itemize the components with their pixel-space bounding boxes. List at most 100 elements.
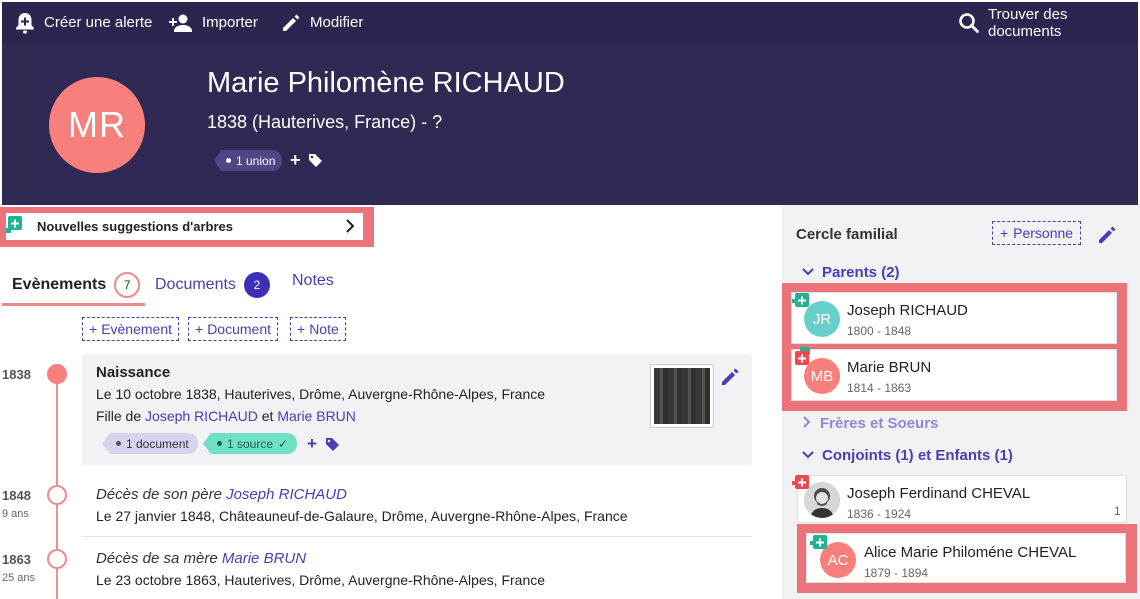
event-date-place: Le 23 octobre 1863, Hauterives, Drôme, A… bbox=[96, 572, 546, 588]
tag-icon[interactable] bbox=[308, 153, 323, 173]
event-date-place: Le 27 janvier 1848, Châteauneuf-de-Galau… bbox=[96, 508, 628, 524]
parents-section-header[interactable]: Parents (2) bbox=[802, 264, 900, 281]
spouses-section-header[interactable]: Conjoints (1) et Enfants (1) bbox=[802, 447, 1013, 464]
spouses-header-label: Conjoints (1) et Enfants (1) bbox=[822, 447, 1013, 464]
union-tag-label: 1 union bbox=[236, 153, 276, 168]
add-event-button[interactable]: + Evènement bbox=[82, 317, 180, 341]
tab-documents-label: Documents bbox=[155, 276, 236, 293]
event-date-place: Le 10 octobre 1838, Hauterives, Drôme, A… bbox=[96, 386, 546, 402]
source-tag[interactable]: 1 source ✓ bbox=[203, 433, 298, 454]
tree-plus-icon bbox=[792, 475, 809, 491]
page-title: Marie Philomène RICHAUD bbox=[207, 67, 565, 99]
event-card-birth[interactable]: Naissance Le 10 octobre 1838, Hauterives… bbox=[82, 354, 752, 465]
tree-plus-icon bbox=[792, 293, 809, 309]
edit-label: Modifier bbox=[310, 14, 364, 31]
event-title-prefix: Décès de son père bbox=[96, 486, 227, 503]
event-age: 25 ans bbox=[2, 572, 36, 584]
dot-icon bbox=[226, 158, 231, 163]
pencil-icon[interactable] bbox=[1096, 224, 1118, 251]
tree-plus-icon bbox=[6, 216, 22, 238]
parents-header-label: Parents (2) bbox=[822, 264, 900, 281]
event-parents-line: Fille de Joseph RICHAUD et Marie BRUN bbox=[96, 408, 356, 424]
siblings-section-header[interactable]: Frères et Soeurs bbox=[802, 415, 938, 432]
person-card[interactable]: MB Marie BRUN 1814 - 1863 bbox=[791, 349, 1117, 401]
add-person-button[interactable]: + Personne bbox=[992, 221, 1081, 245]
father-link[interactable]: Joseph RICHAUD bbox=[145, 408, 258, 424]
find-documents-label: Trouver des documents bbox=[988, 5, 1068, 40]
search-icon bbox=[958, 12, 980, 34]
tag-icon[interactable] bbox=[325, 437, 340, 457]
tree-plus-icon bbox=[792, 347, 810, 365]
event-year: 1838 bbox=[2, 367, 31, 382]
pencil-icon[interactable] bbox=[719, 366, 741, 393]
profile-header: MR Marie Philomène RICHAUD 1838 (Hauteri… bbox=[2, 43, 1138, 205]
create-alert-button[interactable]: Créer une alerte bbox=[14, 2, 152, 43]
divider bbox=[82, 536, 752, 537]
tree-suggestions-highlight: Nouvelles suggestions d'arbres bbox=[0, 207, 374, 247]
mother-link[interactable]: Marie BRUN bbox=[277, 408, 356, 424]
event-year: 1863 bbox=[2, 552, 31, 567]
person-dates: 1814 - 1863 bbox=[847, 381, 912, 395]
dot-icon bbox=[217, 441, 222, 446]
tree-suggestions-label: Nouvelles suggestions d'arbres bbox=[37, 219, 233, 234]
active-tab-underline bbox=[2, 303, 145, 306]
tab-notes-label: Notes bbox=[292, 272, 334, 289]
person-name: Joseph RICHAUD bbox=[847, 302, 968, 319]
person-card[interactable]: JR Joseph RICHAUD 1800 - 1848 bbox=[791, 292, 1117, 344]
plus-icon: + bbox=[195, 321, 204, 337]
event-title-prefix: Décès de sa mère bbox=[96, 550, 222, 567]
person-subtitle: 1838 (Hauterives, France) - ? bbox=[207, 112, 443, 132]
tree-plus-icon bbox=[810, 535, 827, 551]
pencil-icon bbox=[280, 12, 302, 34]
document-tag[interactable]: 1 document bbox=[102, 433, 198, 454]
person-add-icon bbox=[168, 13, 194, 33]
tab-documents[interactable]: Documents 2 bbox=[155, 272, 270, 298]
add-event-label: Evènement bbox=[101, 321, 173, 337]
person-name: Marie BRUN bbox=[847, 359, 932, 376]
spouse-card[interactable]: Joseph Ferdinand CHEVAL 1836 - 1924 1 bbox=[797, 475, 1127, 523]
top-toolbar: Créer une alerte Importer Modifier Trouv… bbox=[2, 2, 1138, 43]
plus-icon: + bbox=[999, 225, 1009, 241]
chevron-down-icon bbox=[802, 447, 814, 464]
tab-events-label: Evènements bbox=[12, 276, 107, 293]
parents-conjunction: et bbox=[257, 408, 278, 424]
child-card[interactable]: AC Alice Marie Philoméne CHEVAL 1879 - 1… bbox=[806, 533, 1126, 583]
person-name: Alice Marie Philoméne CHEVAL bbox=[864, 544, 1077, 561]
add-document-label: Document bbox=[207, 321, 271, 337]
add-note-button[interactable]: + Note bbox=[290, 317, 346, 341]
children-count: 1 bbox=[1114, 504, 1121, 518]
chevron-down-icon bbox=[802, 264, 814, 281]
find-documents-button[interactable]: Trouver des documents bbox=[958, 2, 1138, 43]
events-count-badge: 7 bbox=[114, 272, 141, 298]
event-age: 9 ans bbox=[2, 508, 29, 520]
add-document-button[interactable]: + Document bbox=[188, 317, 278, 341]
create-alert-label: Créer une alerte bbox=[44, 14, 153, 31]
add-note-label: Note bbox=[309, 321, 339, 337]
timeline-dot bbox=[47, 364, 67, 384]
tree-suggestions-button[interactable]: Nouvelles suggestions d'arbres bbox=[6, 213, 363, 240]
add-tag-plus-icon[interactable]: + bbox=[307, 434, 317, 454]
document-thumbnail[interactable] bbox=[650, 364, 714, 428]
union-tag[interactable]: 1 union bbox=[214, 150, 283, 171]
tab-events[interactable]: Evènements 7 bbox=[12, 272, 141, 298]
import-label: Importer bbox=[202, 14, 258, 31]
plus-icon: + bbox=[89, 321, 98, 337]
import-button[interactable]: Importer bbox=[168, 2, 258, 43]
avatar: MR bbox=[49, 77, 145, 173]
edit-button[interactable]: Modifier bbox=[280, 2, 363, 43]
tab-notes[interactable]: Notes bbox=[292, 272, 334, 290]
timeline-dot bbox=[47, 485, 67, 505]
parents-prefix: Fille de bbox=[96, 408, 146, 424]
check-icon: ✓ bbox=[278, 436, 289, 451]
mother-link[interactable]: Marie BRUN bbox=[222, 550, 306, 567]
person-dates: 1800 - 1848 bbox=[847, 324, 912, 338]
add-tag-plus-icon[interactable]: + bbox=[290, 151, 301, 169]
father-link[interactable]: Joseph RICHAUD bbox=[226, 486, 347, 503]
chevron-right-icon bbox=[802, 415, 812, 432]
event-title: Naissance bbox=[96, 364, 171, 381]
event-title: Décès de son père Joseph RICHAUD bbox=[96, 486, 347, 503]
event-title: Décès de sa mère Marie BRUN bbox=[96, 550, 306, 567]
person-dates: 1879 - 1894 bbox=[864, 566, 929, 580]
siblings-header-label: Frères et Soeurs bbox=[820, 415, 939, 432]
add-person-label: Personne bbox=[1013, 225, 1074, 241]
